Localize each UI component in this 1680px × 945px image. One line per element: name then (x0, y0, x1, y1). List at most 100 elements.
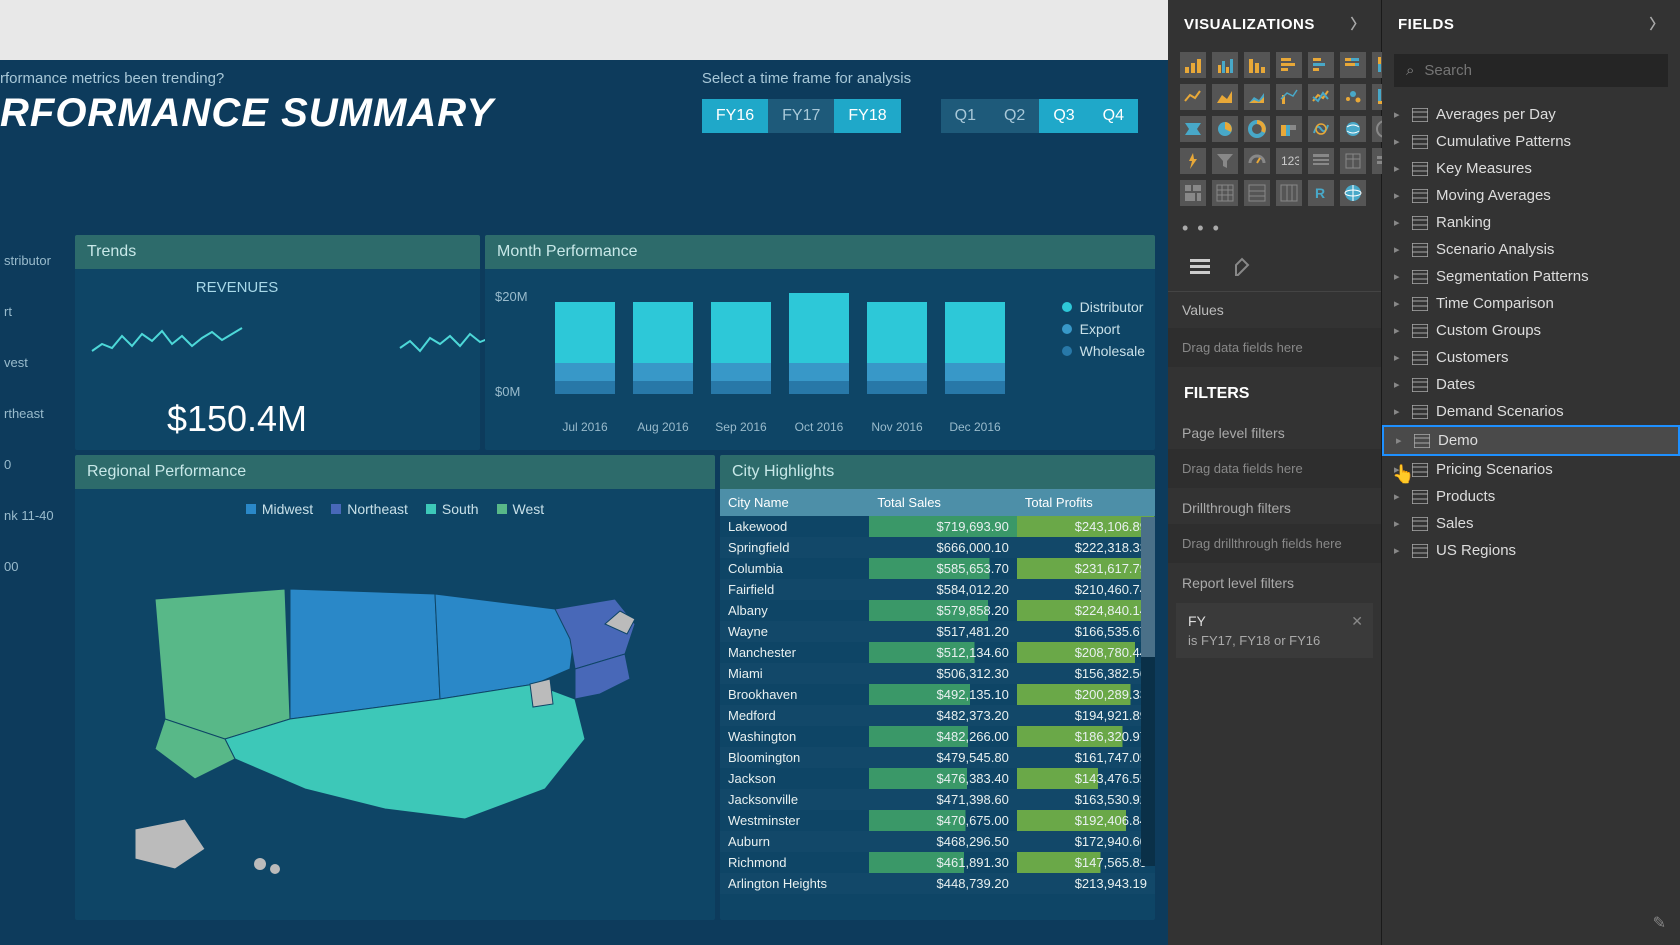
table-row[interactable]: Arlington Heights$448,739.20$213,943.19 (720, 873, 1155, 894)
bar-column[interactable] (633, 302, 693, 394)
viz-type-icon[interactable] (1308, 148, 1334, 174)
table-row[interactable]: Columbia$585,653.70$231,617.79 (720, 558, 1155, 579)
slicer-item[interactable]: 0 (0, 439, 65, 490)
viz-more-icon[interactable]: • • • (1168, 214, 1381, 243)
expand-icon[interactable]: ▸ (1394, 378, 1404, 391)
slicer-item[interactable]: rtheast (0, 388, 65, 439)
slicer-item[interactable]: stributor (0, 235, 65, 286)
city-table[interactable]: City Name Total Sales Total Profits Lake… (720, 489, 1155, 894)
viz-type-icon[interactable] (1276, 180, 1302, 206)
bar-column[interactable] (555, 302, 615, 394)
table-row[interactable]: Bloomington$479,545.80$161,747.05 (720, 747, 1155, 768)
bar-column[interactable] (867, 302, 927, 394)
viz-type-icon[interactable] (1308, 84, 1334, 110)
field-table-customers[interactable]: ▸Customers (1382, 344, 1680, 371)
expand-icon[interactable]: ▸ (1394, 135, 1404, 148)
remove-filter-icon[interactable]: ✕ (1351, 613, 1363, 630)
q1-button[interactable]: Q1 (941, 99, 990, 133)
viz-type-icon[interactable] (1340, 116, 1366, 142)
viz-type-icon[interactable] (1180, 84, 1206, 110)
fy17-button[interactable]: FY17 (768, 99, 834, 133)
expand-icon[interactable]: ▸ (1394, 216, 1404, 229)
search-input[interactable] (1424, 62, 1656, 79)
field-table-scenario-analysis[interactable]: ▸Scenario Analysis (1382, 236, 1680, 263)
field-table-key-measures[interactable]: ▸Key Measures (1382, 155, 1680, 182)
month-performance-panel[interactable]: Month Performance $20M $0M Jul 2016Aug 2… (485, 235, 1155, 450)
viz-type-icon[interactable] (1340, 52, 1366, 78)
viz-type-icon[interactable] (1340, 148, 1366, 174)
table-row[interactable]: Fairfield$584,012.20$210,460.74 (720, 579, 1155, 600)
field-table-demand-scenarios[interactable]: ▸Demand Scenarios (1382, 398, 1680, 425)
collapse-fields-icon[interactable]: 〉 (1650, 14, 1665, 34)
table-row[interactable]: Brookhaven$492,135.10$200,289.33 (720, 684, 1155, 705)
field-table-us-regions[interactable]: ▸US Regions (1382, 537, 1680, 564)
table-row[interactable]: Lakewood$719,693.90$243,106.89 (720, 516, 1155, 537)
bar-column[interactable] (711, 302, 771, 394)
edit-icon[interactable]: ✎ (1653, 913, 1666, 933)
viz-type-icon[interactable] (1180, 52, 1206, 78)
fy18-button[interactable]: FY18 (834, 99, 900, 133)
viz-type-icon[interactable] (1212, 116, 1238, 142)
city-highlights-panel[interactable]: City Highlights City Name Total Sales To… (720, 455, 1155, 920)
expand-icon[interactable]: ▸ (1394, 490, 1404, 503)
field-table-pricing-scenarios[interactable]: ▸Pricing Scenarios (1382, 456, 1680, 483)
viz-type-icon[interactable] (1244, 52, 1270, 78)
col-profits[interactable]: Total Profits (1017, 489, 1155, 516)
viz-type-icon[interactable] (1308, 116, 1334, 142)
viz-type-icon[interactable] (1244, 116, 1270, 142)
table-row[interactable]: Jacksonville$471,398.60$163,530.92 (720, 789, 1155, 810)
viz-type-icon[interactable]: 123 (1276, 148, 1302, 174)
table-row[interactable]: Washington$482,266.00$186,320.97 (720, 726, 1155, 747)
slicer-item[interactable]: nk 11-40 (0, 490, 65, 541)
viz-type-icon[interactable] (1212, 52, 1238, 78)
viz-type-icon[interactable]: R (1308, 180, 1334, 206)
field-table-segmentation-patterns[interactable]: ▸Segmentation Patterns (1382, 263, 1680, 290)
table-row[interactable]: Richmond$461,891.30$147,565.89 (720, 852, 1155, 873)
viz-type-icon[interactable] (1180, 116, 1206, 142)
expand-icon[interactable]: ▸ (1394, 351, 1404, 364)
slicer-item[interactable]: vest (0, 337, 65, 388)
expand-icon[interactable]: ▸ (1394, 517, 1404, 530)
viz-type-icon[interactable] (1212, 84, 1238, 110)
regional-performance-panel[interactable]: Regional Performance Midwest Northeast S… (75, 455, 715, 920)
expand-icon[interactable]: ▸ (1394, 324, 1404, 337)
expand-icon[interactable]: ▸ (1394, 297, 1404, 310)
trends-panel[interactable]: Trends REVENUES $150.4M PROFITS $55.9M (75, 235, 480, 450)
bar-column[interactable] (789, 293, 849, 394)
table-row[interactable]: Albany$579,858.20$224,840.14 (720, 600, 1155, 621)
expand-icon[interactable]: ▸ (1394, 108, 1404, 121)
viz-type-icon[interactable] (1180, 148, 1206, 174)
viz-type-icon[interactable] (1276, 116, 1302, 142)
field-table-sales[interactable]: ▸Sales (1382, 510, 1680, 537)
viz-type-icon[interactable] (1276, 52, 1302, 78)
viz-type-icon[interactable] (1276, 84, 1302, 110)
collapse-viz-icon[interactable]: 〉 (1351, 14, 1366, 34)
viz-type-icon[interactable] (1308, 52, 1334, 78)
expand-icon[interactable]: ▸ (1396, 434, 1406, 447)
field-table-demo[interactable]: ▸Demo (1382, 425, 1680, 456)
field-table-products[interactable]: ▸Products (1382, 483, 1680, 510)
q4-button[interactable]: Q4 (1089, 99, 1138, 133)
q2-button[interactable]: Q2 (990, 99, 1039, 133)
expand-icon[interactable]: ▸ (1394, 243, 1404, 256)
viz-type-icon[interactable] (1244, 148, 1270, 174)
table-row[interactable]: Auburn$468,296.50$172,940.60 (720, 831, 1155, 852)
viz-type-icon[interactable] (1340, 84, 1366, 110)
values-drop-zone[interactable]: Drag data fields here (1168, 328, 1381, 367)
field-table-moving-averages[interactable]: ▸Moving Averages (1382, 182, 1680, 209)
us-map[interactable] (75, 529, 715, 909)
field-table-ranking[interactable]: ▸Ranking (1382, 209, 1680, 236)
col-city[interactable]: City Name (720, 489, 869, 516)
field-table-averages-per-day[interactable]: ▸Averages per Day (1382, 101, 1680, 128)
table-scrollbar[interactable] (1141, 517, 1155, 866)
fy16-button[interactable]: FY16 (702, 99, 768, 133)
field-table-custom-groups[interactable]: ▸Custom Groups (1382, 317, 1680, 344)
table-row[interactable]: Jackson$476,383.40$143,476.55 (720, 768, 1155, 789)
field-table-dates[interactable]: ▸Dates (1382, 371, 1680, 398)
table-row[interactable]: Wayne$517,481.20$166,535.67 (720, 621, 1155, 642)
fields-tab-icon[interactable] (1188, 255, 1212, 279)
format-tab-icon[interactable] (1232, 255, 1256, 279)
expand-icon[interactable]: ▸ (1394, 270, 1404, 283)
expand-icon[interactable]: ▸ (1394, 189, 1404, 202)
slicer-item[interactable]: rt (0, 286, 65, 337)
